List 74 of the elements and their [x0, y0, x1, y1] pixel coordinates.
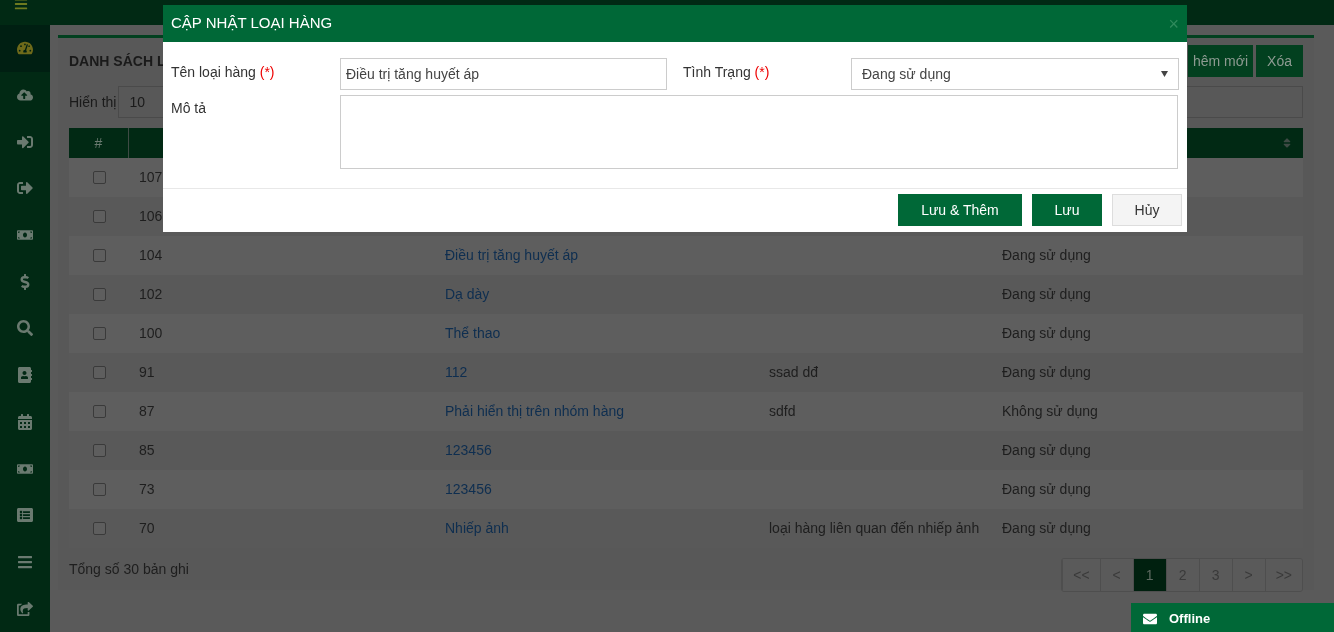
row-checkbox[interactable]: [92, 288, 106, 301]
calendar-icon[interactable]: [17, 413, 33, 430]
name-field[interactable]: Điều trị tăng huyết áp: [340, 58, 667, 90]
status-cell: Đang sử dụng: [1002, 247, 1091, 263]
status-cell: Đang sử dụng: [1002, 520, 1091, 536]
status-cell: Đang sử dụng: [1002, 481, 1091, 497]
row-checkbox[interactable]: [92, 483, 106, 496]
id-cell: 70: [139, 520, 155, 536]
table-row[interactable]: 100 Thể thao Đang sử dụng: [69, 314, 1303, 353]
menu-icon[interactable]: [17, 553, 33, 570]
status-cell: Đang sử dụng: [1002, 442, 1091, 458]
status-cell: Đang sử dụng: [1002, 286, 1091, 302]
column-header: #: [94, 133, 103, 153]
row-checkbox[interactable]: [92, 444, 106, 457]
dialog-button[interactable]: Hủy: [1112, 194, 1182, 226]
status-cell: Đang sử dụng: [1002, 364, 1091, 380]
dashboard-icon[interactable]: [17, 40, 33, 57]
cloud-icon[interactable]: [17, 87, 33, 104]
id-cell: 73: [139, 481, 155, 497]
share-icon[interactable]: [17, 600, 33, 617]
name-link[interactable]: 123456: [445, 442, 492, 458]
delete-button[interactable]: Xóa: [1256, 45, 1303, 77]
row-checkbox[interactable]: [92, 249, 106, 262]
field-label: Tên loại hàng (*): [171, 63, 276, 82]
table-row[interactable]: 73 123456 Đang sử dụng: [69, 470, 1303, 509]
address-book-icon[interactable]: [17, 367, 33, 384]
status-select[interactable]: Đang sử dụng: [851, 58, 1179, 90]
add-button[interactable]: hêm mới: [1188, 45, 1254, 77]
envelope-icon: [1143, 612, 1157, 626]
id-cell: 104: [139, 247, 163, 263]
sign-in-icon[interactable]: [17, 133, 33, 150]
id-cell: 100: [139, 325, 163, 341]
id-cell: 85: [139, 442, 155, 458]
status-cell: Đang sử dụng: [1002, 325, 1091, 341]
row-checkbox[interactable]: [92, 210, 106, 223]
caret-icon: [1161, 71, 1168, 77]
name-link[interactable]: Phải hiển thị trên nhóm hàng: [445, 403, 624, 419]
field-label: Tình Trạng (*): [683, 63, 771, 82]
row-checkbox[interactable]: [92, 405, 106, 418]
id-cell: 87: [139, 403, 155, 419]
id-cell: 106: [139, 208, 163, 224]
id-cell: 102: [139, 286, 163, 302]
chat-status: Offline: [1169, 610, 1211, 629]
dialog-title: CẬP NHẬT LOẠI HÀNG: [171, 13, 334, 34]
name-link[interactable]: 123456: [445, 481, 492, 497]
name-link[interactable]: 112: [445, 364, 468, 380]
page-button[interactable]: 1: [1132, 559, 1166, 591]
chat-bar[interactable]: Offline: [1131, 603, 1334, 632]
description-field[interactable]: [340, 95, 1178, 169]
menu-icon[interactable]: [14, 0, 28, 11]
name-link[interactable]: Điều trị tăng huyết áp: [445, 247, 579, 263]
row-checkbox[interactable]: [92, 171, 106, 184]
row-checkbox[interactable]: [92, 366, 106, 379]
status-cell: Không sử dụng: [1002, 403, 1098, 419]
total-records: Tổng số 30 bản ghi: [69, 560, 189, 579]
row-checkbox[interactable]: [92, 522, 106, 535]
search-icon[interactable]: [17, 320, 33, 337]
name-link[interactable]: Dạ dày: [445, 286, 490, 302]
id-cell: 107: [139, 169, 163, 185]
dialog-button[interactable]: Lưu: [1032, 194, 1102, 226]
row-checkbox[interactable]: [92, 327, 106, 340]
description-cell: ssad dđ: [769, 364, 819, 380]
sign-out-icon[interactable]: [17, 180, 33, 197]
table-row[interactable]: 87 Phải hiển thị trên nhóm hàng sdfd Không sử dụng: [69, 392, 1303, 431]
id-cell: 91: [139, 364, 155, 380]
dialog-button[interactable]: Lưu & Thêm: [898, 194, 1022, 226]
description-cell: sdfd: [769, 403, 796, 419]
show-label: Hiển thị: [69, 92, 117, 112]
description-cell: loại hàng liên quan đến nhiếp ảnh: [769, 520, 980, 536]
list-icon[interactable]: [17, 507, 33, 524]
table-row[interactable]: 104 Điều trị tăng huyết áp Đang sử dụng: [69, 236, 1303, 275]
name-link[interactable]: Thể thao: [445, 325, 501, 341]
close-button[interactable]: ×: [1168, 14, 1179, 33]
name-link[interactable]: Nhiếp ảnh: [445, 520, 509, 536]
